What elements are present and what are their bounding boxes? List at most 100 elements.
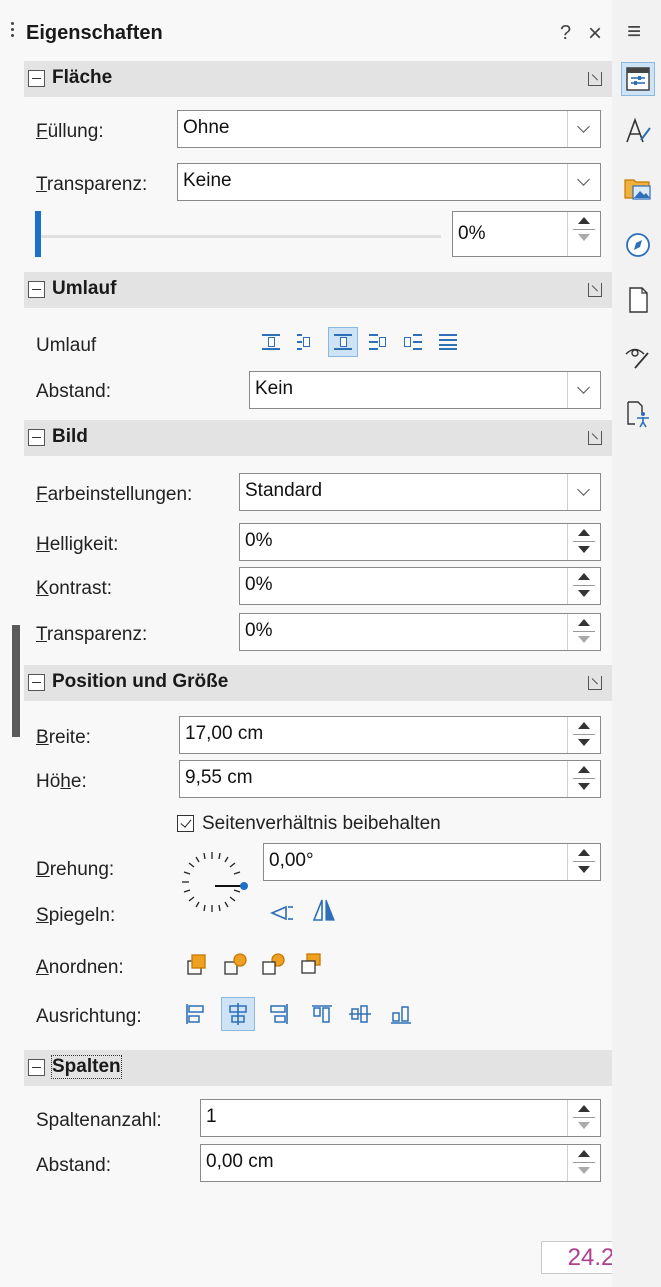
wrap-spacing-select[interactable]: Kein [249, 371, 601, 409]
tab-gallery[interactable] [622, 172, 654, 204]
spin-buttons[interactable] [567, 1145, 600, 1181]
section-position-header[interactable]: Position und Größe [24, 665, 612, 701]
align-top-icon[interactable] [307, 999, 337, 1029]
spin-buttons[interactable] [567, 212, 600, 256]
spin-buttons[interactable] [567, 761, 600, 797]
forward-one-icon[interactable] [221, 950, 251, 980]
contrast-label: Kontrast: [36, 578, 113, 599]
transparency-slider-track[interactable] [38, 235, 441, 238]
sidebar-collapse-handle[interactable] [12, 625, 20, 737]
chevron-down-icon[interactable] [567, 474, 600, 510]
spin-buttons[interactable] [567, 844, 600, 880]
collapse-icon[interactable] [28, 281, 45, 298]
chevron-down-icon[interactable] [567, 372, 600, 408]
properties-panel: Eigenschaften ? × Fläche Füllung: Ohne T… [0, 0, 641, 1287]
sidebar-tabbar: ≡ [612, 0, 661, 1287]
fill-label: Füllung: [36, 121, 104, 142]
section-spalten-header[interactable]: Spalten [24, 1050, 612, 1086]
flip-horizontal-icon[interactable] [309, 896, 339, 926]
section-title: Spalten [51, 1055, 122, 1079]
align-bottom-icon[interactable] [386, 999, 416, 1029]
align-center-button[interactable] [221, 997, 255, 1031]
color-settings-value: Standard [245, 480, 323, 501]
tab-style-inspector[interactable] [622, 341, 654, 373]
rotation-dial[interactable] [177, 848, 255, 918]
send-to-back-icon[interactable] [297, 950, 327, 980]
collapse-icon[interactable] [28, 429, 45, 446]
height-spin[interactable]: 9,55 cm [179, 760, 601, 798]
color-settings-select[interactable]: Standard [239, 473, 601, 511]
more-options-icon[interactable] [588, 283, 602, 297]
wrap-page-icon [297, 334, 315, 350]
wrap-left-button[interactable] [363, 327, 393, 357]
style-inspector-icon [625, 348, 649, 369]
chevron-down-icon[interactable] [567, 111, 600, 147]
contrast-spin[interactable]: 0% [239, 567, 601, 605]
width-spin[interactable]: 17,00 cm [179, 716, 601, 754]
chevron-down-icon[interactable] [567, 164, 600, 200]
spin-buttons[interactable] [567, 717, 600, 753]
align-right-icon[interactable] [263, 999, 293, 1029]
more-options-icon[interactable] [588, 431, 602, 445]
back-one-icon[interactable] [259, 950, 289, 980]
sidebar-menu-button[interactable]: ≡ [627, 18, 641, 46]
wrap-right-button[interactable] [398, 327, 428, 357]
brightness-value: 0% [245, 530, 273, 551]
wrap-off-button[interactable] [256, 327, 286, 357]
help-button[interactable]: ? [560, 22, 571, 45]
column-spacing-spin[interactable]: 0,00 cm [200, 1144, 601, 1182]
align-left-icon[interactable] [181, 999, 211, 1029]
wrap-off-icon [262, 334, 280, 350]
align-middle-icon[interactable] [345, 999, 375, 1029]
collapse-icon[interactable] [28, 674, 45, 691]
more-options-icon[interactable] [588, 72, 602, 86]
section-umlauf-header[interactable]: Umlauf [24, 272, 612, 308]
spin-buttons[interactable] [567, 524, 600, 560]
column-count-spin[interactable]: 1 [200, 1099, 601, 1137]
transparency-percent-spin[interactable]: 0% [452, 211, 601, 257]
collapse-icon[interactable] [28, 70, 45, 87]
color-settings-label: Farbeinstellungen: [36, 484, 193, 505]
wrap-page-button[interactable] [291, 327, 321, 357]
width-value: 17,00 cm [185, 723, 264, 744]
height-label: Höhe: [36, 771, 87, 792]
tab-accessibility-check[interactable] [622, 398, 654, 430]
styles-icon [626, 117, 651, 143]
wrap-optimal-button[interactable] [328, 327, 358, 357]
close-button[interactable]: × [588, 20, 602, 48]
wrap-spacing-value: Kein [255, 378, 294, 399]
tab-page[interactable] [622, 284, 654, 316]
drag-grip-icon[interactable] [10, 22, 16, 44]
transparency-select[interactable]: Keine [177, 163, 601, 201]
more-options-icon[interactable] [588, 676, 602, 690]
image-transparency-spin[interactable]: 0% [239, 613, 601, 651]
contrast-value: 0% [245, 574, 273, 595]
section-title: Bild [52, 426, 88, 447]
section-bild-header[interactable]: Bild [24, 420, 612, 456]
transparency-slider-thumb[interactable] [35, 211, 41, 257]
brightness-spin[interactable]: 0% [239, 523, 601, 561]
bring-to-front-icon[interactable] [183, 950, 213, 980]
collapse-icon[interactable] [28, 1059, 45, 1076]
spin-buttons[interactable] [567, 568, 600, 604]
flip-vertical-icon[interactable] [268, 898, 298, 928]
tab-styles[interactable] [622, 115, 654, 147]
gallery-icon [624, 179, 651, 200]
tab-properties[interactable] [621, 62, 655, 96]
width-label: Breite: [36, 727, 91, 748]
tab-navigator[interactable] [622, 229, 654, 261]
column-count-label: Spaltenanzahl: [36, 1110, 162, 1131]
rotation-value: 0,00° [269, 850, 314, 871]
section-flaeche-header[interactable]: Fläche [24, 61, 612, 97]
spin-buttons[interactable] [567, 614, 600, 650]
align-center-icon [229, 1003, 247, 1025]
fill-select[interactable]: Ohne [177, 110, 601, 148]
spin-buttons[interactable] [567, 1100, 600, 1136]
panel-title: Eigenschaften [26, 22, 163, 44]
rotation-spin[interactable]: 0,00° [263, 843, 601, 881]
height-value: 9,55 cm [185, 767, 253, 788]
wrap-through-button[interactable] [433, 327, 463, 357]
transparency-label: Transparenz: [36, 174, 148, 195]
keep-ratio-checkbox[interactable] [177, 815, 194, 832]
transparency-value: Keine [183, 170, 232, 191]
